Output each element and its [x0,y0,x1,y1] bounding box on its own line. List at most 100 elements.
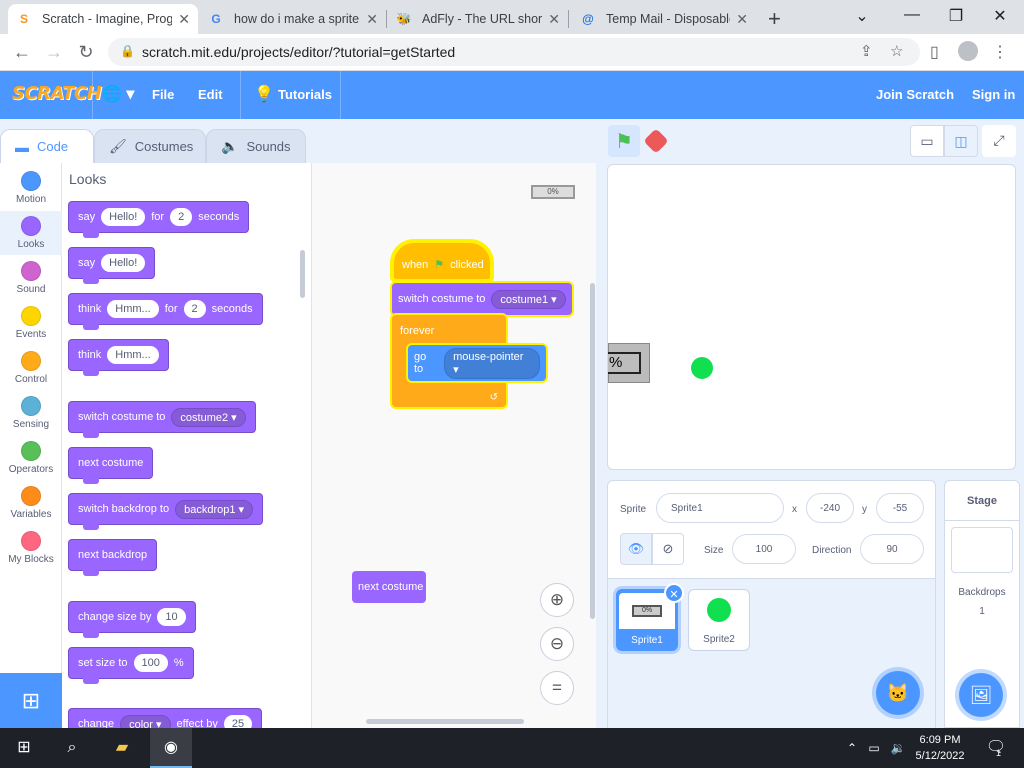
sprite-name-field[interactable]: Sprite1 [656,493,784,523]
category-sound[interactable]: Sound [0,261,62,295]
block-switch-costume-to[interactable]: switch costume to costume1 ▾ [392,283,572,315]
category-variables[interactable]: Variables [0,486,62,520]
effect-dropdown[interactable]: color ▾ [120,714,171,728]
script-area[interactable]: 0% when ⚑ clicked switch costume to cost… [312,163,596,728]
reload-icon[interactable]: ↻ [74,40,98,64]
tab-scratch[interactable]: S Scratch - Imagine, Prog ✕ [8,4,198,34]
costume-dropdown[interactable]: costume1 ▾ [491,289,566,309]
file-explorer-icon[interactable]: ▰ [110,736,134,760]
block-next-costume[interactable]: next costume [68,447,154,484]
category-control[interactable]: Control [0,351,62,385]
script-vertical-scrollbar[interactable] [590,283,595,619]
windows-start-icon[interactable]: ⊞ [12,736,36,760]
share-icon[interactable]: ⇪ [860,42,873,60]
block-input[interactable]: 2 [170,208,193,226]
block-say[interactable]: say Hello! [68,247,156,284]
volume-icon[interactable]: 🔉 [886,736,910,760]
block-next-backdrop[interactable]: next backdrop [68,539,158,576]
tutorials-menu[interactable]: Tutorials [278,87,332,102]
tab-sounds[interactable]: 🔈 Sounds [206,129,306,163]
tab-adfly[interactable]: 🐝 AdFly - The URL shorte ✕ [388,4,568,34]
block-next-costume-loose[interactable]: next costume [352,571,426,603]
language-globe-icon[interactable]: 🌐 ▾ [102,84,134,104]
block-input[interactable]: Hello! [101,254,146,272]
tab-code[interactable]: ▬ Code [0,129,94,163]
close-tab-icon[interactable]: ✕ [178,11,190,28]
size-field[interactable]: 100 [732,534,796,564]
lock-icon[interactable]: 🔒 [120,44,135,58]
new-tab-icon[interactable]: + [768,6,781,32]
file-menu[interactable]: File [152,87,174,102]
category-motion[interactable]: Motion [0,171,62,205]
costume-dropdown[interactable]: costume2 ▾ [171,407,246,427]
tutorials-bulb-icon[interactable]: 💡 [254,84,274,104]
hide-sprite-icon[interactable]: ⊘ [652,533,684,565]
url-text[interactable]: scratch.mit.edu/projects/editor/?tutoria… [142,44,455,60]
go-to-target-dropdown[interactable]: mouse-pointer ▾ [444,347,540,379]
address-bar[interactable]: 🔒 scratch.mit.edu/projects/editor/?tutor… [108,38,920,66]
sprite2-on-stage[interactable] [691,357,713,379]
normal-stage-icon[interactable]: ◫ [944,125,978,157]
scratch-logo[interactable]: SCRATCH [12,83,102,104]
search-icon[interactable]: ⌕ [60,736,84,760]
show-sprite-eye-icon[interactable]: 👁 [620,533,652,565]
chrome-taskbar-icon[interactable]: ◉ [150,728,192,768]
restore-icon[interactable]: ❐ [946,6,966,26]
delete-sprite-icon[interactable]: ✕ [664,583,684,603]
block-input[interactable]: Hello! [101,208,146,226]
block-input[interactable]: Hmm... [107,300,159,318]
choose-sprite-cat-icon[interactable]: 🐱 [876,671,920,715]
close-tab-icon[interactable]: ✕ [548,11,560,28]
network-icon[interactable]: ▭ [862,736,886,760]
block-change-effect[interactable]: change color ▾ effect by 25 [68,708,263,728]
bookmark-star-icon[interactable]: ☆ [890,42,903,60]
category-my-blocks[interactable]: My Blocks [0,531,62,565]
block-forever[interactable]: forever go to mouse-pointer ▾ ↺ [392,315,546,407]
minimize-icon[interactable]: — [902,6,922,24]
stop-button[interactable] [643,128,669,154]
zoom-reset-icon[interactable]: = [540,671,574,705]
sprite-tile-sprite2[interactable]: Sprite2 [688,589,750,651]
taskbar-clock[interactable]: 6:09 PM 5/12/2022 [908,732,972,764]
fullscreen-icon[interactable]: ⤢ [982,125,1016,157]
block-say-for-seconds[interactable]: say Hello! for 2 seconds [68,201,250,238]
small-stage-icon[interactable]: ▭ [910,125,944,157]
x-field[interactable]: -240 [806,493,854,523]
choose-backdrop-icon[interactable]: 🖼 [959,673,1003,717]
block-switch-backdrop[interactable]: switch backdrop to backdrop1 ▾ [68,493,264,530]
block-input[interactable]: 25 [223,715,253,728]
sprite-tile-sprite1[interactable]: 0% Sprite1 ✕ [616,583,684,651]
block-switch-costume[interactable]: switch costume to costume2 ▾ [68,401,256,438]
block-input[interactable]: Hmm... [107,346,159,364]
tab-search-chevron-icon[interactable]: ⌄ [852,6,872,26]
category-operators[interactable]: Operators [0,441,62,475]
close-tab-icon[interactable]: ✕ [736,11,748,28]
category-events[interactable]: Events [0,306,62,340]
tab-temp-mail[interactable]: @ Temp Mail - Disposable ✕ [572,4,756,34]
zoom-in-icon[interactable]: ⊕ [540,583,574,617]
sprite1-on-stage[interactable]: % [608,343,650,383]
backdrop-dropdown[interactable]: backdrop1 ▾ [175,499,254,519]
block-think[interactable]: think Hmm... [68,339,169,376]
side-panel-icon[interactable]: ▯ [930,42,939,62]
back-icon[interactable]: ← [10,40,34,64]
y-field[interactable]: -55 [876,493,924,523]
stage-target-panel[interactable]: Stage Backdrops 1 🖼 [944,480,1020,728]
green-flag-button[interactable]: ⚑ [608,125,640,157]
chrome-menu-icon[interactable]: ⋮ [992,42,1008,62]
tray-chevron-icon[interactable]: ⌃ [840,736,864,760]
profile-avatar[interactable] [958,41,978,61]
edit-menu[interactable]: Edit [198,87,223,102]
close-tab-icon[interactable]: ✕ [366,11,378,28]
tab-google-search[interactable]: G how do i make a sprite ✕ [200,4,386,34]
block-input[interactable]: 100 [133,654,168,672]
block-change-size[interactable]: change size by 10 [68,601,196,638]
block-input[interactable]: 2 [183,300,206,318]
direction-field[interactable]: 90 [860,534,924,564]
sign-in-link[interactable]: Sign in [972,87,1015,102]
category-looks[interactable]: Looks [0,211,62,255]
tab-costumes[interactable]: 🖌 Costumes [94,129,206,163]
block-input[interactable]: 10 [157,608,186,626]
close-window-icon[interactable]: ✕ [990,6,1010,26]
palette-scrollbar[interactable] [300,250,305,298]
